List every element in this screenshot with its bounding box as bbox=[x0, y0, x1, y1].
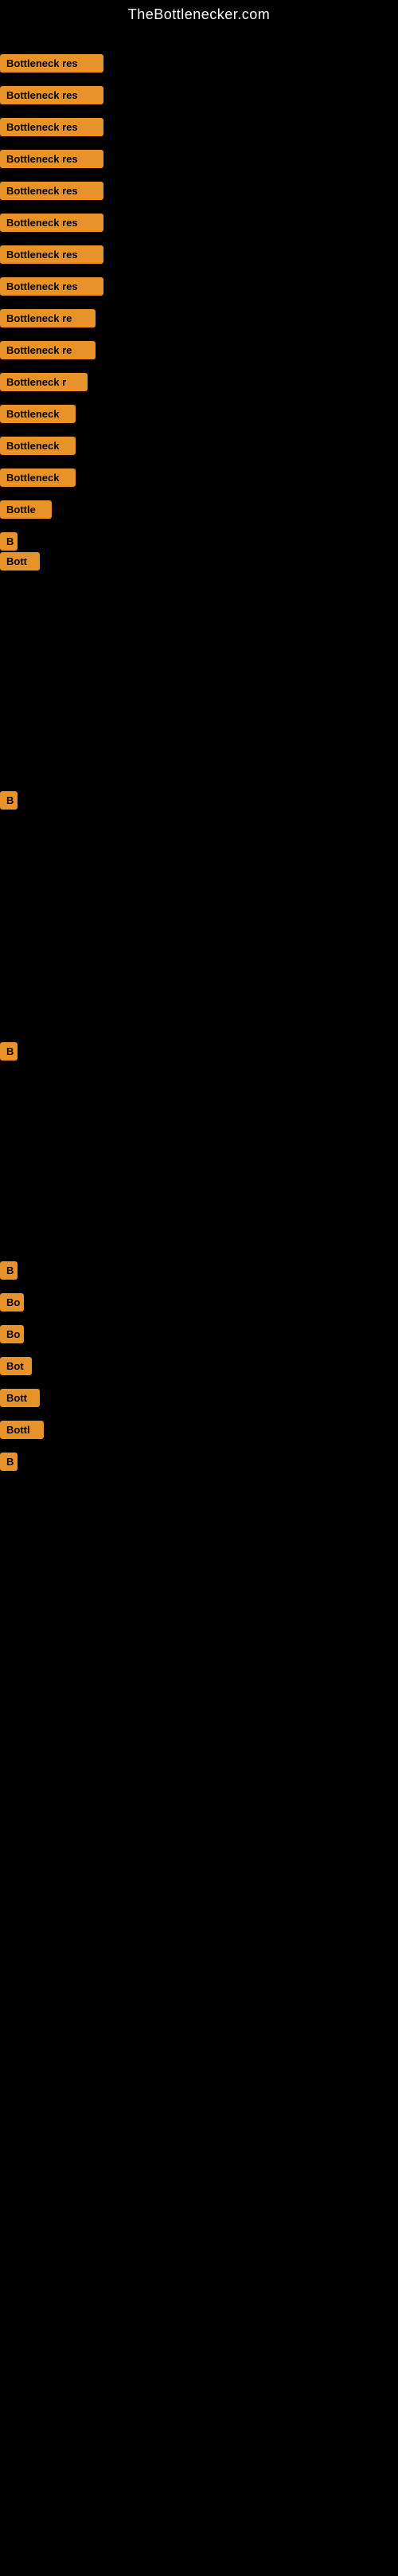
bottleneck-button-12[interactable]: Bottleneck bbox=[0, 405, 76, 423]
bottleneck-button-17[interactable]: Bott bbox=[0, 552, 40, 570]
bottleneck-button-4[interactable]: Bottleneck res bbox=[0, 150, 103, 168]
bottleneck-button-7[interactable]: Bottleneck res bbox=[0, 245, 103, 264]
bottleneck-button-6[interactable]: Bottleneck res bbox=[0, 214, 103, 232]
bottleneck-button-16[interactable]: B bbox=[0, 532, 18, 551]
bottleneck-button-24[interactable]: Bott bbox=[0, 1389, 40, 1407]
site-title: TheBottlenecker.com bbox=[0, 0, 398, 26]
bottleneck-button-26[interactable]: B bbox=[0, 1453, 18, 1471]
bottleneck-button-20[interactable]: B bbox=[0, 1261, 18, 1280]
bottleneck-button-13[interactable]: Bottleneck bbox=[0, 437, 76, 455]
bottleneck-button-5[interactable]: Bottleneck res bbox=[0, 182, 103, 200]
bottleneck-button-18[interactable]: B bbox=[0, 791, 18, 810]
bottleneck-button-22[interactable]: Bo bbox=[0, 1325, 24, 1343]
bottleneck-button-10[interactable]: Bottleneck re bbox=[0, 341, 96, 359]
bottleneck-button-15[interactable]: Bottle bbox=[0, 500, 52, 519]
bottleneck-button-19[interactable]: B bbox=[0, 1042, 18, 1061]
bottleneck-button-8[interactable]: Bottleneck res bbox=[0, 277, 103, 296]
bottleneck-button-1[interactable]: Bottleneck res bbox=[0, 54, 103, 73]
bottleneck-button-14[interactable]: Bottleneck bbox=[0, 469, 76, 487]
bottleneck-button-9[interactable]: Bottleneck re bbox=[0, 309, 96, 327]
bottleneck-button-23[interactable]: Bot bbox=[0, 1357, 32, 1375]
bottleneck-button-25[interactable]: Bottl bbox=[0, 1421, 44, 1439]
bottleneck-button-3[interactable]: Bottleneck res bbox=[0, 118, 103, 136]
bottleneck-button-11[interactable]: Bottleneck r bbox=[0, 373, 88, 391]
bottleneck-button-21[interactable]: Bo bbox=[0, 1293, 24, 1312]
bottleneck-button-2[interactable]: Bottleneck res bbox=[0, 86, 103, 104]
